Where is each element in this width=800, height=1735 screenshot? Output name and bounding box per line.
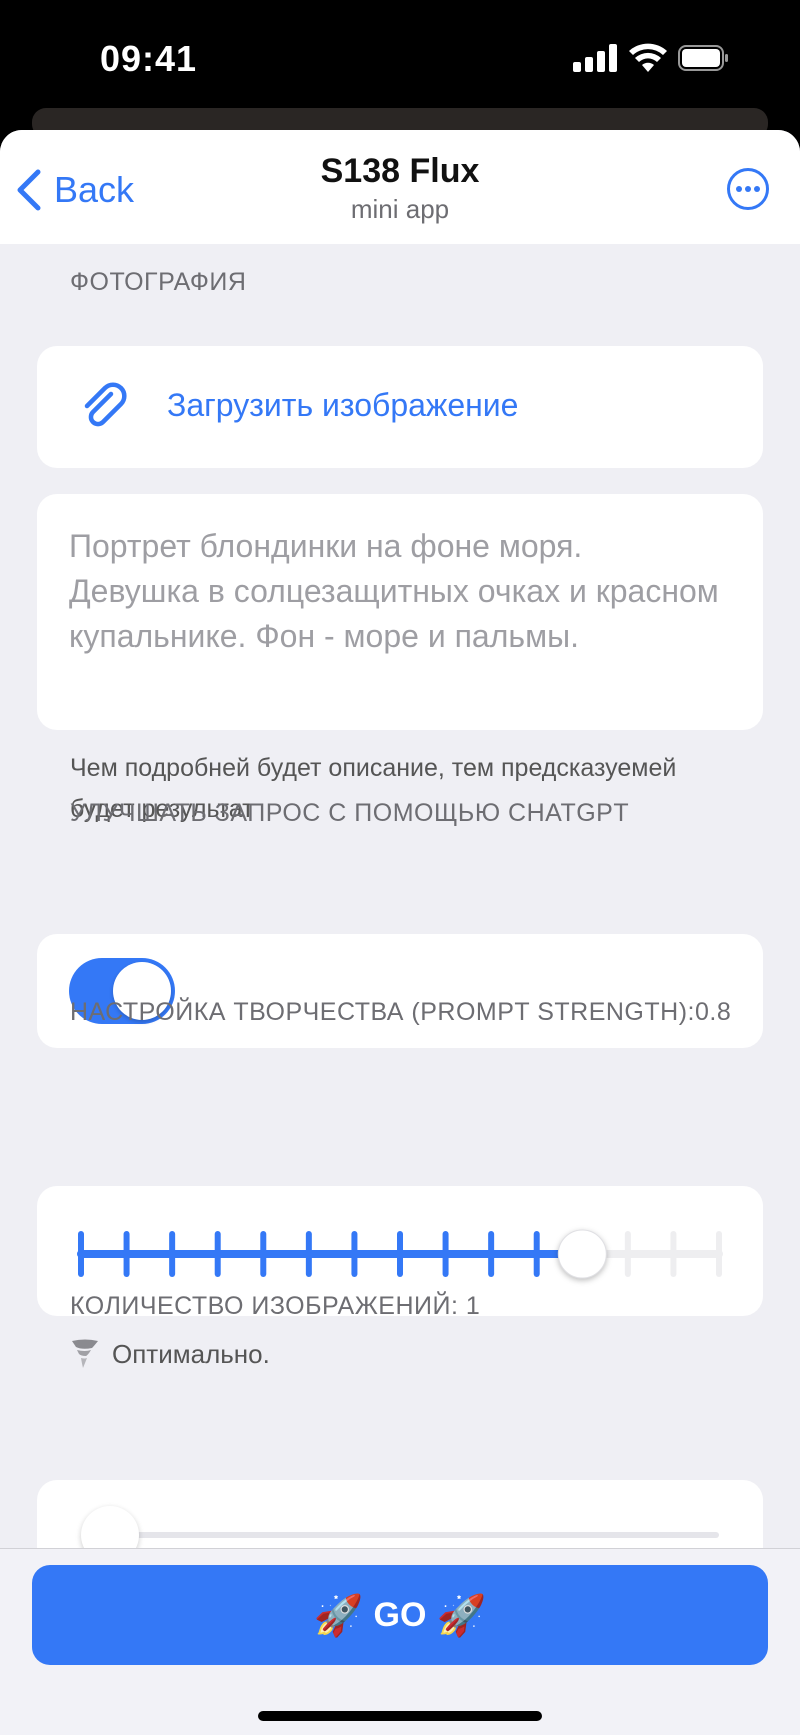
page-subtitle: mini app <box>350 194 450 224</box>
chatgpt-section-title: УЛУЧШАТЬ ЗАПРОС С ПОМОЩЬЮ CHATGPT <box>70 799 630 827</box>
tornado-icon <box>72 1339 98 1368</box>
chatgpt-toggle-card <box>37 934 763 1048</box>
upload-image-button[interactable]: Загрузить изображение <box>37 346 763 468</box>
strength-section-title: НАСТРОЙКА ТВОРЧЕСТВА (PROMPT STRENGTH):0… <box>70 998 732 1026</box>
photo-section-title: ФОТОГРАФИЯ <box>70 268 247 296</box>
go-button[interactable]: 🚀 GO 🚀 <box>32 1565 768 1665</box>
battery-icon <box>678 45 728 71</box>
wifi-icon <box>629 43 667 72</box>
count-slider-track[interactable] <box>81 1532 719 1538</box>
status-time: 09:41 <box>100 38 198 79</box>
prompt-placeholder: Портрет блондинки на фоне моря. Девушка … <box>69 528 719 654</box>
upload-image-label: Загрузить изображение <box>167 387 519 423</box>
go-button-label: GO <box>373 1595 427 1634</box>
status-bar: 09:41 <box>0 0 800 120</box>
navigation-bar: Back S138 Flux mini app <box>0 130 800 244</box>
count-section-title: КОЛИЧЕСТВО ИЗОБРАЖЕНИЙ: 1 <box>70 1292 481 1320</box>
slider-knob[interactable] <box>557 1229 607 1279</box>
bottom-bar: 🚀 GO 🚀 <box>0 1548 800 1735</box>
strength-status-text: Оптимально. <box>112 1338 270 1369</box>
rocket-icon: 🚀 <box>436 1593 487 1638</box>
cellular-signal-icon <box>573 44 617 72</box>
paperclip-icon <box>84 382 127 427</box>
home-indicator <box>258 1711 542 1721</box>
strength-status: Оптимально. <box>70 1338 270 1370</box>
more-circle-icon[interactable] <box>726 167 770 211</box>
mini-app-sheet: Back S138 Flux mini app ФОТОГРАФИЯ Загру… <box>0 130 800 1734</box>
page-title: S138 Flux <box>320 152 480 190</box>
prompt-textarea[interactable]: Портрет блондинки на фоне моря. Девушка … <box>37 494 763 730</box>
rocket-icon: 🚀 <box>313 1593 364 1638</box>
